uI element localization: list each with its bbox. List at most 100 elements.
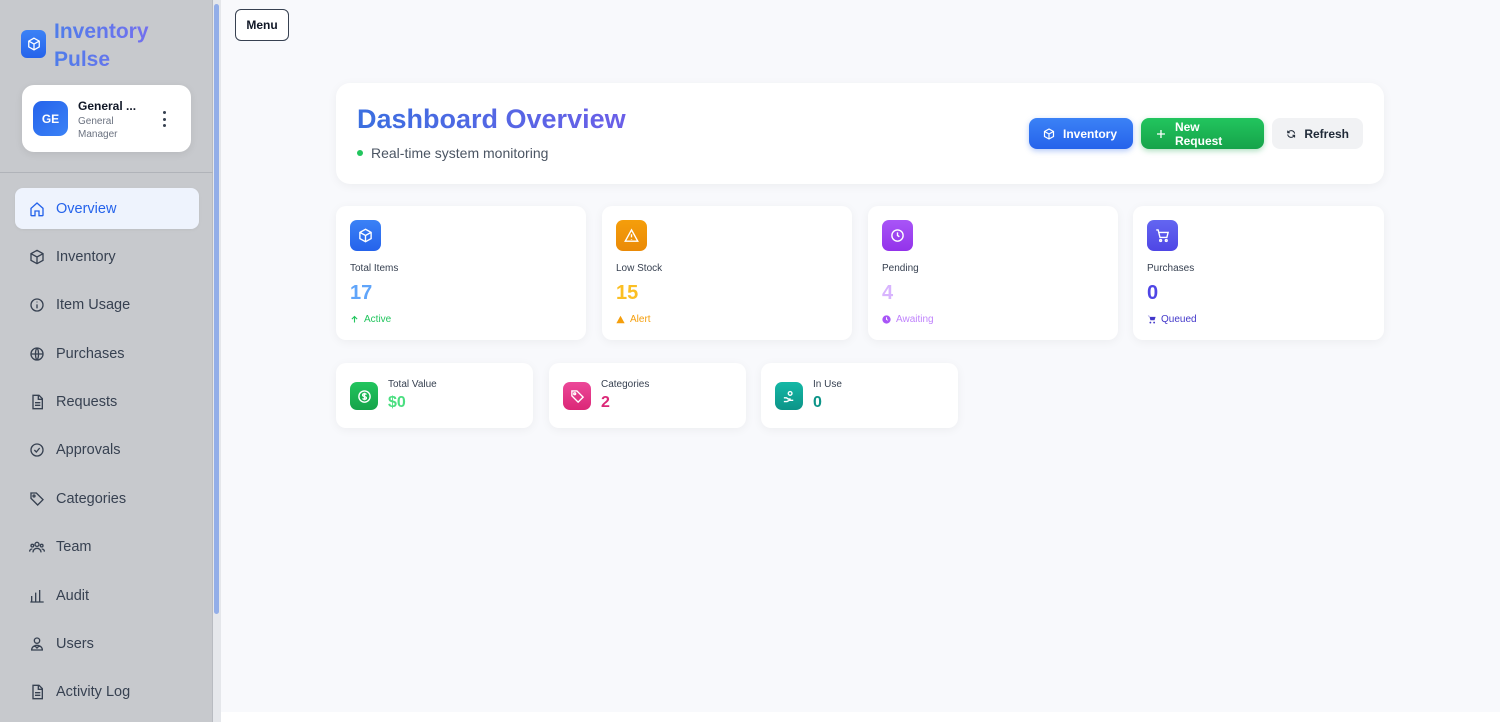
user-role: General Manager	[78, 116, 118, 140]
brand[interactable]: Inventory Pulse	[21, 18, 174, 74]
clock-icon	[882, 220, 913, 251]
inventory-button[interactable]: Inventory	[1029, 118, 1133, 149]
clock-icon	[882, 315, 891, 324]
dollar-icon	[350, 382, 378, 410]
stat-footer-text: Alert	[630, 314, 651, 325]
page-title: Dashboard Overview	[357, 104, 626, 134]
user-hand-icon	[775, 382, 803, 410]
sidebar-item-categories[interactable]: Categories	[15, 478, 199, 519]
stat-footer-text: Queued	[1161, 314, 1197, 325]
status-dot-icon	[357, 150, 363, 156]
document-icon	[32, 394, 43, 410]
sidebar-item-purchases[interactable]: Purchases	[15, 333, 199, 374]
sidebar-item-label: Inventory	[56, 248, 116, 265]
bar-chart-icon	[30, 589, 44, 603]
sidebar-item-team[interactable]: Team	[15, 527, 199, 568]
home-icon	[30, 201, 44, 216]
stat-label: Pending	[882, 263, 919, 274]
sidebar-item-label: Categories	[56, 490, 127, 507]
sidebar-item-users[interactable]: Users	[15, 624, 199, 665]
sidebar-item-item-usage[interactable]: Item Usage	[15, 285, 199, 326]
inventory-button-label: Inventory	[1063, 126, 1118, 141]
stat-card-total-value[interactable]: Total Value $0	[336, 363, 533, 428]
cube-icon	[30, 249, 44, 265]
stat-card-pending[interactable]: Pending 4 Awaiting	[868, 206, 1118, 340]
sidebar-item-activity-log[interactable]: Activity Log	[15, 672, 199, 713]
sidebar-item-label: Audit	[56, 587, 90, 604]
cube-icon	[21, 30, 46, 58]
team-icon	[29, 541, 45, 553]
cube-icon	[1043, 127, 1055, 140]
tag-icon	[563, 382, 591, 410]
user-card[interactable]: GE General ... General Manager	[22, 85, 191, 152]
sidebar-item-requests[interactable]: Requests	[15, 382, 199, 423]
stat-value: 0	[1147, 282, 1159, 304]
warning-icon	[616, 220, 647, 251]
sidebar-item-approvals[interactable]: Approvals	[15, 430, 199, 471]
new-request-button-label: New Request	[1174, 119, 1223, 148]
stat-label: Low Stock	[616, 263, 663, 274]
dashboard-header: Dashboard Overview Real-time system moni…	[336, 83, 1384, 184]
stat-card-in-use[interactable]: In Use 0	[761, 363, 958, 428]
users-icon	[30, 637, 44, 651]
sidebar-divider	[0, 172, 213, 173]
cart-icon	[1147, 315, 1156, 324]
stat-footer: Alert	[616, 314, 651, 325]
sidebar-item-label: Approvals	[56, 442, 121, 459]
stat-value: 0	[813, 394, 822, 411]
check-circle-icon	[30, 443, 44, 458]
sidebar-item-label: Item Usage	[56, 297, 131, 314]
user-name: General ...	[78, 99, 137, 113]
stat-footer: Awaiting	[882, 314, 934, 325]
sidebar-nav: Overview Inventory Item Usage Purchases …	[15, 188, 199, 720]
sidebar-item-audit[interactable]: Audit	[15, 575, 199, 616]
stat-label: Categories	[601, 379, 650, 390]
tag-icon	[30, 492, 44, 506]
new-request-button[interactable]: New Request	[1141, 118, 1264, 149]
more-options-icon[interactable]	[158, 109, 170, 129]
stat-value: 15	[616, 282, 639, 304]
stat-footer-text: Active	[364, 314, 392, 325]
warning-icon	[616, 315, 625, 324]
subtitle-text: Real-time system monitoring	[371, 145, 549, 161]
sidebar-item-label: Requests	[56, 394, 118, 411]
cube-icon	[350, 220, 381, 251]
page-subtitle: Real-time system monitoring	[357, 145, 548, 161]
sidebar-item-label: Users	[56, 636, 94, 653]
stat-card-purchases[interactable]: Purchases 0 Queued	[1133, 206, 1384, 340]
sidebar-item-label: Overview	[56, 200, 117, 217]
menu-button[interactable]: Menu	[235, 9, 289, 41]
refresh-button-label: Refresh	[1304, 126, 1349, 141]
arrow-up-icon	[351, 315, 358, 323]
stat-value: $0	[388, 394, 406, 411]
sidebar: Inventory Pulse GE General ... General M…	[0, 0, 213, 722]
header-actions: Inventory New Request Refresh	[1029, 118, 1363, 149]
document-icon	[32, 685, 43, 700]
stat-footer: Active	[350, 314, 391, 325]
refresh-button[interactable]: Refresh	[1272, 118, 1363, 149]
stat-card-low-stock[interactable]: Low Stock 15 Alert	[602, 206, 852, 340]
plus-icon	[1156, 129, 1165, 138]
sidebar-item-label: Purchases	[56, 345, 125, 362]
brand-name: Inventory Pulse	[54, 18, 174, 74]
stat-label: In Use	[813, 379, 842, 390]
stat-value: 4	[882, 282, 894, 304]
sidebar-item-inventory[interactable]: Inventory	[15, 236, 199, 277]
sidebar-scrollbar[interactable]	[213, 0, 221, 722]
sidebar-item-overview[interactable]: Overview	[15, 188, 199, 229]
stat-label: Total Value	[388, 379, 437, 390]
avatar: GE	[33, 101, 68, 136]
stat-footer-text: Awaiting	[896, 314, 934, 325]
info-icon	[30, 298, 44, 312]
refresh-icon	[1287, 129, 1296, 138]
cart-icon	[1147, 220, 1178, 251]
stat-card-categories[interactable]: Categories 2	[549, 363, 746, 428]
stat-label: Total Items	[350, 263, 399, 274]
stat-label: Purchases	[1147, 263, 1195, 274]
stat-value: 2	[601, 394, 610, 411]
stat-card-total-items[interactable]: Total Items 17 Active	[336, 206, 586, 340]
sidebar-item-label: Team	[56, 539, 92, 556]
globe-icon	[30, 347, 44, 361]
scrollbar-thumb[interactable]	[214, 4, 219, 614]
bottom-edge	[221, 712, 1500, 722]
